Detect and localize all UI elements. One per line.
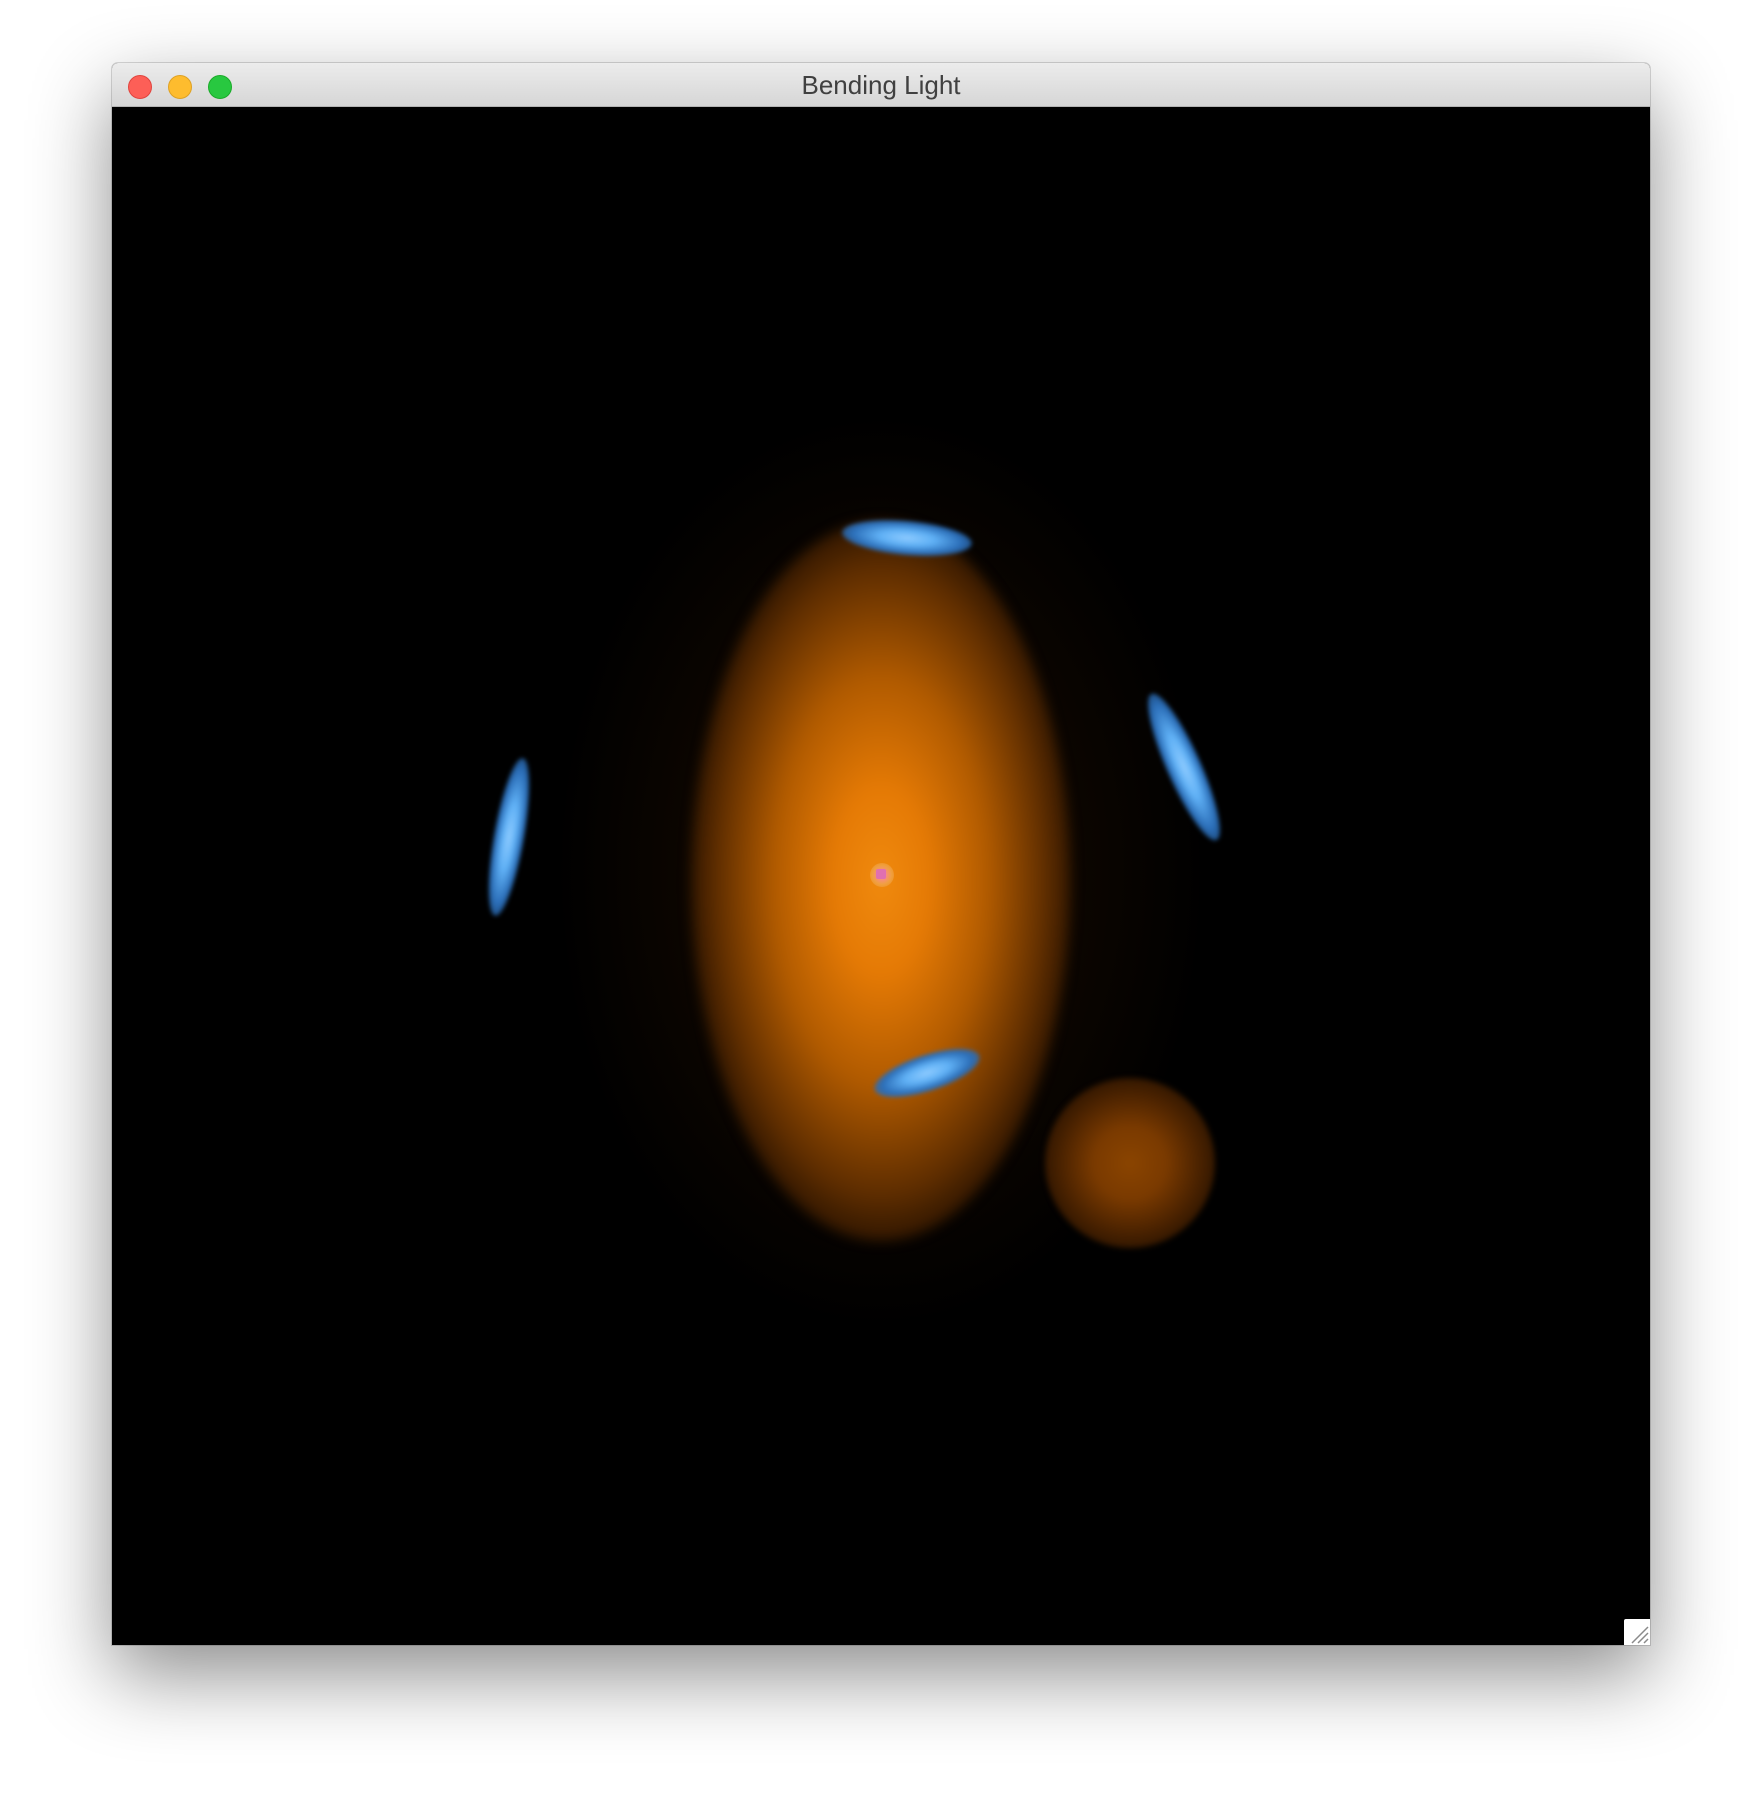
title-bar[interactable]: Bending Light (112, 63, 1650, 107)
resize-grip-icon[interactable] (1624, 1619, 1650, 1645)
lensed-arc-left (480, 755, 538, 919)
source-galaxy (1045, 1078, 1215, 1248)
galaxy-core-marker (876, 869, 886, 879)
window-title: Bending Light (801, 70, 961, 100)
app-window: Bending Light (112, 63, 1650, 1645)
render-canvas[interactable] (112, 107, 1650, 1645)
